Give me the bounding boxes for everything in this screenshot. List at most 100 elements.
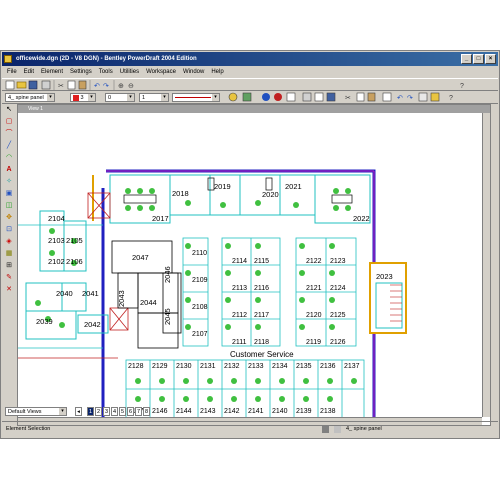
view-tab-8[interactable]: 8 [143,407,150,416]
line-preview-combo[interactable]: ▾ [172,93,220,102]
cubicle-grid-lines [182,237,357,347]
menu-edit[interactable]: Edit [24,67,34,78]
zoom-in-icon[interactable]: ⊕ [118,83,124,90]
view-tab-4[interactable]: 4 [111,407,118,416]
info-icon[interactable] [262,93,270,101]
room-label: 2106 [66,257,83,266]
paste-icon[interactable] [367,92,376,102]
open-file-icon[interactable] [16,81,27,89]
east-stair: 2023 [369,262,407,334]
room-label: 2136 [320,363,336,370]
cut-icon[interactable]: ✂ [58,83,64,90]
window-title: officewide.dgn (2D - V8 DGN) - Bentley P… [16,56,197,62]
room-label: 2120 [306,312,322,319]
view-tab-2[interactable]: 2 [95,407,102,416]
zoom-out-icon[interactable]: ⊖ [128,83,134,90]
print-icon[interactable] [382,92,392,102]
redo-icon[interactable]: ↷ [407,95,413,102]
menu-workspace[interactable]: Workspace [146,67,176,78]
maximize-button[interactable]: □ [473,54,484,64]
manipulate-tool-icon[interactable]: ◈ [4,237,14,247]
drawing-canvas[interactable]: 2017 2018 2019 2020 2021 2022 2104 2103 … [18,113,482,417]
active-level-combo[interactable]: 4_ spine panel ▾ [5,93,55,102]
room-label: 2114 [232,258,247,265]
arc-tool-icon[interactable]: ◠ [4,153,14,163]
copy-icon[interactable] [67,80,76,90]
view-tab-3[interactable]: 3 [103,407,110,416]
menu-file[interactable]: File [7,67,17,78]
view-tab-arrow[interactable]: ◂ [75,407,82,416]
room-label: 2122 [306,258,322,265]
active-color-value: 3 [80,95,84,101]
lasso-tool-icon[interactable]: ⌒ [4,129,14,139]
line-weight-combo[interactable]: 1 ▾ [139,93,169,102]
line-style-combo[interactable]: 0 ▾ [105,93,135,102]
views-combo[interactable]: Default Views ▾ [5,407,67,416]
key-in-icon[interactable] [418,92,428,102]
minimize-button[interactable]: _ [461,54,472,64]
menu-tools[interactable]: Tools [99,67,113,78]
new-file-icon[interactable] [5,80,15,90]
group-tool-icon[interactable]: ⊞ [4,261,14,271]
accudraw-icon[interactable] [430,92,440,102]
attribute-tool-icons: ✂ ↶ ↷ ? [228,92,453,102]
select-tool-icon[interactable]: ↖ [4,105,14,115]
cubicle-labels: 2110 2109 2108 2107 2114 2113 2112 2111 … [192,250,346,346]
menu-window[interactable]: Window [183,67,204,78]
room-label: 2119 [306,339,321,346]
annotate-tool-icon[interactable]: ✎ [4,273,14,283]
snap-icon[interactable] [334,426,341,433]
pattern-tool-icon[interactable]: ▦ [4,249,14,259]
move-tool-icon[interactable]: ✥ [4,213,14,223]
status-level: 4_ spine panel [346,426,382,432]
settings-icon[interactable] [228,92,238,102]
menu-settings[interactable]: Settings [70,67,92,78]
room-label: 2022 [353,214,370,223]
help-icon[interactable]: ? [460,83,464,90]
room-label: 2118 [254,339,269,346]
floor-plan: 2017 2018 2019 2020 2021 2022 2104 2103 … [18,169,407,417]
view-window: View 1 2017 2018 2019 2020 2021 2022 210… [17,104,491,426]
grid-icon[interactable] [286,92,296,102]
raster-icon[interactable] [314,92,324,102]
cell-tool-icon[interactable]: ✧ [4,177,14,187]
menu-utilities[interactable]: Utilities [120,67,139,78]
view-tab-6[interactable]: 6 [127,407,134,416]
lock-icon[interactable] [322,426,329,433]
room-label: 2132 [224,363,240,370]
undo-icon[interactable]: ↶ [397,95,403,102]
levels-icon[interactable] [242,92,252,102]
save-settings-icon[interactable] [326,92,336,102]
help-icon[interactable]: ? [449,95,453,102]
text-tool-icon[interactable]: A [4,165,14,175]
paste-icon[interactable] [78,80,87,90]
view-tab-5[interactable]: 5 [119,407,126,416]
room-label: 2047 [132,253,149,262]
close-button[interactable]: × [485,54,496,64]
print-icon[interactable] [41,80,51,90]
copy-icon[interactable] [356,92,365,102]
save-icon[interactable] [28,80,38,90]
modify-tool-icon[interactable]: ⊡ [4,225,14,235]
vertical-scrollbar[interactable] [482,113,490,417]
room-label: 2131 [200,363,216,370]
view-tab-1[interactable]: 1 [87,407,94,416]
element-info-icon[interactable] [274,93,282,101]
room-label: 2113 [232,285,247,292]
line-tool-icon[interactable]: ╱ [4,141,14,151]
measure-tool-icon[interactable]: ◫ [4,201,14,211]
dimension-tool-icon[interactable]: ▣ [4,189,14,199]
references-icon[interactable] [302,92,312,102]
room-label: 2102 [48,257,65,266]
undo-icon[interactable]: ↶ [94,83,100,90]
customer-service-label: Customer Service [230,350,294,359]
view-tab-7[interactable]: 7 [135,407,142,416]
menu-help[interactable]: Help [211,67,223,78]
fence-tool-icon[interactable]: ▢ [4,117,14,127]
active-color-combo[interactable]: 3 ▾ [70,93,96,102]
standard-toolbar: ✂ ↶ ↷ ⊕ ⊖ ? [2,78,498,91]
delete-tool-icon[interactable]: ✕ [4,285,14,295]
cut-icon[interactable]: ✂ [345,95,351,102]
menu-element[interactable]: Element [41,67,63,78]
redo-icon[interactable]: ↷ [103,83,109,90]
